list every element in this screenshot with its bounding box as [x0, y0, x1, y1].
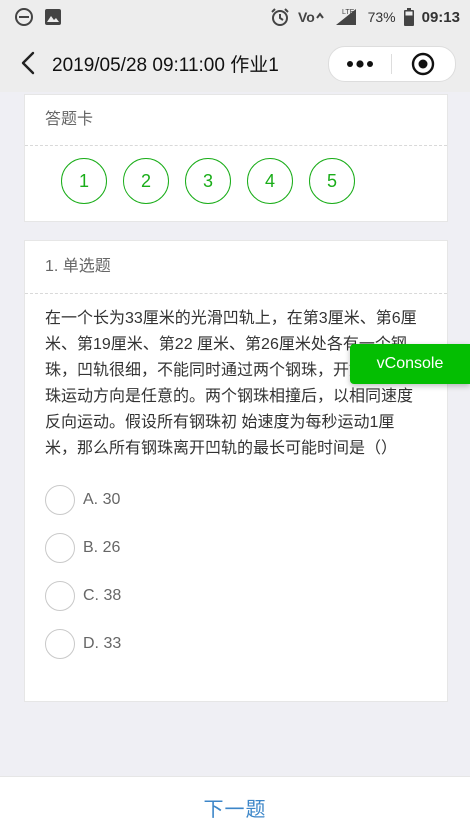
option-b[interactable]: B. 26 — [45, 524, 447, 572]
radio-a[interactable] — [45, 485, 75, 515]
image-icon — [44, 8, 62, 26]
next-question-button[interactable]: 下一题 — [204, 793, 267, 822]
option-c-label: C. 38 — [83, 587, 122, 604]
miniprogram-capsule — [328, 46, 456, 82]
option-b-label: B. 26 — [83, 539, 121, 556]
option-d-label: D. 33 — [83, 635, 122, 652]
more-button[interactable] — [329, 47, 391, 81]
options-list: A. 30 B. 26 C. 38 D. 33 — [25, 462, 447, 668]
answer-number-4[interactable]: 4 — [247, 158, 293, 204]
status-left — [0, 7, 62, 27]
option-d[interactable]: D. 33 — [45, 620, 447, 668]
record-circle-icon — [411, 52, 435, 76]
answer-number-3[interactable]: 3 — [185, 158, 231, 204]
status-right: Vo LTE 73% 09:13 — [270, 7, 470, 27]
minus-circle-icon — [14, 7, 34, 27]
question-card: 1. 单选题 在一个长为33厘米的光滑凹轨上，在第3厘米、第6厘米、第19厘米、… — [24, 240, 448, 702]
option-a-label: A. 30 — [83, 491, 121, 508]
alarm-icon — [270, 7, 290, 27]
volte-icon: Vo — [298, 8, 326, 26]
option-a[interactable]: A. 30 — [45, 476, 447, 524]
page-title: 2019/05/28 09:11:00 作业1 — [52, 54, 279, 76]
answer-number-2[interactable]: 2 — [123, 158, 169, 204]
option-c[interactable]: C. 38 — [45, 572, 447, 620]
clock-time: 09:13 — [421, 8, 460, 26]
answer-number-5[interactable]: 5 — [309, 158, 355, 204]
back-button[interactable] — [6, 34, 50, 92]
battery-percent: 73% — [367, 9, 396, 25]
vconsole-button[interactable]: vConsole — [350, 344, 470, 384]
bottom-bar: 下一题 — [0, 776, 470, 837]
radio-b[interactable] — [45, 533, 75, 563]
chevron-left-icon — [21, 51, 35, 75]
radio-d[interactable] — [45, 629, 75, 659]
svg-text:Vo: Vo — [298, 9, 315, 25]
answer-card-title: 答题卡 — [25, 95, 447, 146]
answer-number-row: 1 2 3 4 5 — [25, 146, 447, 204]
question-type-header: 1. 单选题 — [25, 241, 447, 294]
answer-number-1[interactable]: 1 — [61, 158, 107, 204]
close-button[interactable] — [392, 47, 454, 81]
answer-card: 答题卡 1 2 3 4 5 — [24, 94, 448, 222]
more-dots-icon — [347, 60, 373, 68]
status-bar: Vo LTE 73% 09:13 — [0, 0, 470, 34]
nav-bar: 2019/05/28 09:11:00 作业1 — [0, 34, 470, 92]
battery-icon — [403, 8, 414, 26]
signal-icon: LTE — [334, 7, 360, 27]
radio-c[interactable] — [45, 581, 75, 611]
